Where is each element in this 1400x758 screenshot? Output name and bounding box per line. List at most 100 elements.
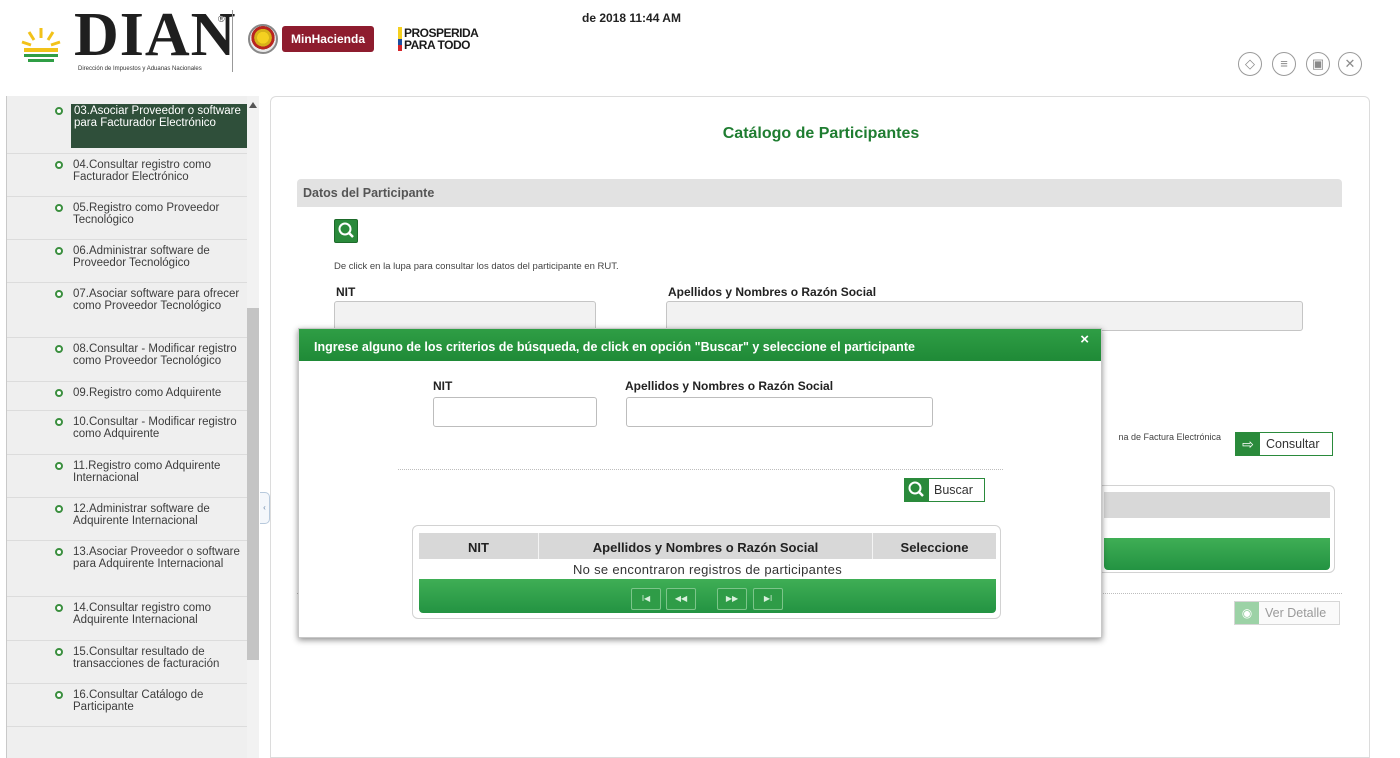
dialog-razon-social-input[interactable]	[626, 397, 933, 427]
column-header-seleccione[interactable]: Seleccione	[873, 533, 996, 559]
sidebar-item-label: 13.Asociar Proveedor o software para Adq…	[73, 546, 240, 570]
prev-page-button[interactable]: ◀◀	[666, 588, 696, 610]
bullet-icon	[55, 389, 63, 397]
sidebar-item-registro-adquirente-internacional[interactable]: 11.Registro como Adquirente Internaciona…	[7, 455, 247, 498]
sidebar-item-asociar-software-proveedor[interactable]: 07.Asociar software para ofrecer como Pr…	[7, 283, 247, 338]
bullet-icon	[55, 345, 63, 353]
dialog-divider	[398, 469, 1003, 470]
scroll-thumb[interactable]	[247, 308, 259, 660]
sidebar-collapse-handle[interactable]: ‹	[260, 492, 270, 524]
consultar-note-text: na de Factura Electrónica	[1118, 432, 1221, 442]
results-pager	[1104, 538, 1330, 570]
rut-search-button[interactable]	[334, 219, 358, 243]
nit-field-readonly	[334, 301, 596, 331]
bullet-icon	[55, 505, 63, 513]
scroll-up-arrow-icon[interactable]	[249, 102, 257, 108]
sidebar-item-label: 11.Registro como Adquirente Internaciona…	[73, 460, 221, 484]
results-panel	[1097, 485, 1335, 573]
column-header-nit[interactable]: NIT	[419, 533, 539, 559]
sidebar-item-asociar-proveedor-adquirente[interactable]: 13.Asociar Proveedor o software para Adq…	[7, 541, 247, 597]
bullet-icon	[55, 247, 63, 255]
bullet-icon	[55, 604, 63, 612]
bullet-icon	[55, 107, 63, 115]
coat-of-arms-icon	[248, 24, 278, 54]
sidebar-item-modificar-adquirente[interactable]: 10.Consultar - Modificar registro como A…	[7, 411, 247, 455]
grid-pager: I◀ ◀◀ ▶▶ ▶I	[419, 579, 996, 613]
bullet-icon	[55, 462, 63, 470]
bullet-icon	[55, 648, 63, 656]
consultar-label: Consultar	[1266, 437, 1320, 451]
minhacienda-logo: MinHacienda	[282, 26, 374, 52]
participants-grid: NIT Apellidos y Nombres o Razón Social S…	[412, 525, 1001, 619]
sidebar-item-consultar-catalogo[interactable]: 16.Consultar Catálogo de Participante	[7, 684, 247, 727]
slogan-line2: PARA TODO	[404, 38, 470, 52]
bullet-icon	[55, 290, 63, 298]
sidebar-list: 03.Asociar Proveedor o software para Fac…	[7, 96, 247, 727]
magnifier-icon	[905, 479, 929, 501]
dialog-title-bar: Ingrese alguno de los criterios de búsqu…	[299, 329, 1101, 361]
sidebar-item-label: 10.Consultar - Modificar registro como A…	[73, 416, 237, 440]
grid-header: NIT Apellidos y Nombres o Razón Social S…	[419, 533, 996, 559]
tag-icon[interactable]: ◇	[1238, 52, 1262, 76]
sidebar-item-consultar-adquirente-internacional[interactable]: 14.Consultar registro como Adquirente In…	[7, 597, 247, 641]
sidebar-item-modificar-proveedor[interactable]: 08.Consultar - Modificar registro como P…	[7, 338, 247, 382]
buscar-button[interactable]: Buscar	[904, 478, 985, 502]
dian-logo-subtitle: Dirección de Impuestos y Aduanas Naciona…	[78, 66, 202, 72]
sidebar-item-administrar-software-proveedor[interactable]: 06.Administrar software de Proveedor Tec…	[7, 240, 247, 283]
close-icon[interactable]: ×	[1080, 331, 1089, 349]
datetime-text: de 2018 11:44 AM	[582, 11, 681, 25]
sidebar-item-administrar-software-adquirente[interactable]: 12.Administrar software de Adquirente In…	[7, 498, 247, 541]
sidebar-item-label: 16.Consultar Catálogo de Participante	[73, 689, 204, 713]
razon-social-field-readonly	[666, 301, 1303, 331]
sidebar-item-label: 14.Consultar registro como Adquirente In…	[73, 602, 212, 626]
sidebar-item-label: 04.Consultar registro como Facturador El…	[73, 159, 212, 183]
search-participant-dialog: Ingrese alguno de los criterios de búsqu…	[298, 328, 1102, 638]
first-page-button[interactable]: I◀	[631, 588, 661, 610]
sidebar-item-consultar-transacciones[interactable]: 15.Consultar resultado de transacciones …	[7, 641, 247, 684]
sidebar-item-label: 15.Consultar resultado de transacciones …	[73, 646, 220, 670]
sidebar-item-asociar-proveedor-facturador[interactable]: 03.Asociar Proveedor o software para Fac…	[7, 96, 247, 154]
list-icon[interactable]: ≡	[1272, 52, 1296, 76]
sidebar-item-registro-adquirente[interactable]: 09.Registro como Adquirente	[7, 382, 247, 411]
header-divider	[232, 10, 233, 72]
consultar-button[interactable]: ⇨ Consultar	[1235, 432, 1333, 456]
sidebar-item-consultar-facturador[interactable]: 04.Consultar registro como Facturador El…	[7, 154, 247, 197]
close-circle-icon[interactable]: ✕	[1338, 52, 1362, 76]
sidebar-item-label: 05.Registro como Proveedor Tecnológico	[73, 202, 220, 226]
ver-detalle-label: Ver Detalle	[1265, 606, 1327, 620]
sidebar-item-label: 07.Asociar software para ofrecer como Pr…	[73, 288, 240, 312]
sidebar-item-label: 12.Administrar software de Adquirente In…	[73, 503, 210, 527]
next-page-button[interactable]: ▶▶	[717, 588, 747, 610]
results-header	[1104, 492, 1330, 518]
last-page-button[interactable]: ▶I	[753, 588, 783, 610]
prosperidad-logo: PROSPERIDA PARA TODO	[398, 24, 486, 54]
dialog-razon-social-label: Apellidos y Nombres o Razón Social	[625, 379, 834, 393]
ver-detalle-button[interactable]: ◉ Ver Detalle	[1234, 601, 1340, 625]
flag-icon	[398, 27, 402, 51]
bullet-icon	[55, 548, 63, 556]
header-tools: ◇ ≡ ▣ ✕	[1238, 50, 1368, 78]
page-title: Catálogo de Participantes	[722, 125, 920, 142]
column-header-razon-social[interactable]: Apellidos y Nombres o Razón Social	[539, 533, 873, 559]
arrow-right-icon: ⇨	[1236, 433, 1260, 455]
print-icon[interactable]: ▣	[1306, 52, 1330, 76]
grid-empty-message: No se encontraron registros de participa…	[572, 562, 842, 577]
section-header-datos-participante: Datos del Participante	[297, 179, 1342, 207]
buscar-label: Buscar	[934, 483, 973, 497]
sidebar-menu: 03.Asociar Proveedor o software para Fac…	[6, 96, 259, 758]
dialog-nit-label: NIT	[433, 379, 453, 393]
bullet-icon	[55, 691, 63, 699]
dialog-title: Ingrese alguno de los criterios de búsqu…	[314, 340, 915, 354]
bullet-icon	[55, 161, 63, 169]
sidebar-item-registro-proveedor[interactable]: 05.Registro como Proveedor Tecnológico	[7, 197, 247, 240]
sidebar-item-label: 08.Consultar - Modificar registro como P…	[73, 343, 237, 367]
sidebar-scrollbar[interactable]	[247, 96, 259, 758]
sidebar-item-label: 09.Registro como Adquirente	[73, 387, 222, 399]
registered-mark: ®	[218, 14, 225, 24]
nit-label: NIT	[336, 285, 356, 299]
bullet-icon	[55, 204, 63, 212]
bullet-icon	[55, 418, 63, 426]
dian-sun-logo-icon	[21, 28, 61, 62]
razon-social-label: Apellidos y Nombres o Razón Social	[668, 285, 877, 299]
dialog-nit-input[interactable]	[433, 397, 597, 427]
